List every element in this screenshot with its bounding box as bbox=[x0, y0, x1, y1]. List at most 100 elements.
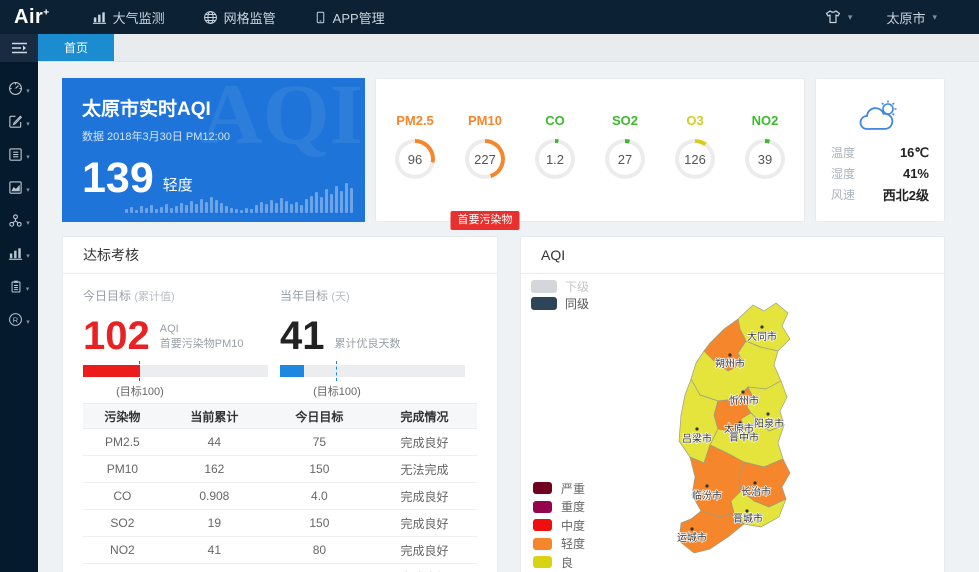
city-dot bbox=[695, 427, 698, 430]
chevron-down-icon: ▾ bbox=[26, 120, 30, 128]
gauge-value: 27 bbox=[609, 143, 641, 175]
today-goal-label: 今日目标 bbox=[83, 289, 131, 303]
weather-row: 风速西北2级 bbox=[831, 184, 929, 205]
gauge-ring: 1.2 bbox=[535, 139, 575, 179]
app-logo: Air+ bbox=[0, 6, 68, 29]
year-goal-target: (目标100) bbox=[313, 383, 477, 399]
sidebar-item-dashboard[interactable]: ▾ bbox=[0, 74, 38, 107]
legend-item: 重度 bbox=[533, 498, 585, 517]
gauge-value: 227 bbox=[469, 143, 501, 175]
city-dot bbox=[690, 527, 693, 530]
skin-switcher[interactable]: ▾ bbox=[825, 9, 853, 25]
table-row: NO24180完成良好 bbox=[83, 537, 477, 564]
navbar-menu: 大气监测 网格监管 APP管理 bbox=[92, 8, 423, 27]
sidebar-item-clipboard[interactable]: ▾ bbox=[0, 272, 38, 305]
gauge-value: 39 bbox=[749, 143, 781, 175]
bar-chart-icon bbox=[8, 246, 23, 266]
year-goal-sub: 累计优良天数 bbox=[335, 337, 401, 353]
today-goal-target: (目标100) bbox=[116, 383, 280, 399]
nav-menu-mobile[interactable]: APP管理 bbox=[314, 8, 385, 27]
legend-item: 中度 bbox=[533, 516, 585, 535]
gauge-ring: 96 bbox=[395, 139, 435, 179]
sidebar-item-share[interactable]: ▾ bbox=[0, 206, 38, 239]
city-dot bbox=[741, 390, 744, 393]
weather-row: 温度16℃ bbox=[831, 142, 929, 163]
nav-menu-globe[interactable]: 网格监管 bbox=[203, 8, 276, 27]
table-row: CO0.9084.0完成良好 bbox=[83, 483, 477, 510]
year-goal-value: 41 bbox=[280, 319, 325, 353]
city-label: 大同市 bbox=[747, 330, 777, 343]
chevron-down-icon: ▾ bbox=[26, 252, 30, 260]
map-level-button-lower[interactable]: 下级 bbox=[531, 278, 589, 294]
today-goal-sub: AQI首要污染物PM10 bbox=[160, 322, 244, 353]
gauge-NO2: NO2 39 bbox=[734, 113, 796, 221]
city-dot bbox=[745, 509, 748, 512]
assessment-card-title: 达标考核 bbox=[63, 237, 497, 274]
sidebar-item-edit[interactable]: ▾ bbox=[0, 107, 38, 140]
mobile-icon bbox=[314, 10, 327, 25]
city-label: 阳泉市 bbox=[754, 417, 784, 430]
sidebar-item-list[interactable]: ▾ bbox=[0, 140, 38, 173]
city-label: 运城市 bbox=[677, 531, 707, 544]
sidebar-collapse-button[interactable] bbox=[0, 34, 38, 62]
bar-chart-icon bbox=[92, 10, 107, 25]
table-header: 今日目标 bbox=[267, 404, 372, 429]
gauge-O3: O3 126 bbox=[664, 113, 726, 221]
cloud-sun-icon bbox=[855, 97, 905, 142]
area-chart-icon bbox=[8, 180, 23, 200]
aqi-level-label: 轻度 bbox=[163, 174, 193, 197]
weather-card: 温度16℃湿度41%风速西北2级 bbox=[815, 78, 945, 222]
gauge-ring: 227 bbox=[465, 139, 505, 179]
chevron-down-icon: ▾ bbox=[848, 12, 853, 23]
gauge-ring: 126 bbox=[675, 139, 715, 179]
city-label: 朔州市 bbox=[715, 357, 745, 370]
chevron-down-icon: ▾ bbox=[932, 12, 937, 23]
province-map[interactable]: 大同市朔州市忻州市吕梁市太原市阳泉市晋中市临汾市长治市晋城市运城市 bbox=[650, 300, 802, 569]
gauge-label: O3 bbox=[664, 113, 726, 128]
gauge-SO2: SO2 27 bbox=[594, 113, 656, 221]
aqi-value: 139 bbox=[82, 160, 154, 197]
sidebar-item-bar-chart[interactable]: ▾ bbox=[0, 239, 38, 272]
tab-bar: 首页 bbox=[38, 34, 979, 62]
tab-home[interactable]: 首页 bbox=[38, 34, 114, 61]
city-dot bbox=[760, 325, 763, 328]
primary-pollutant-badge: 首要污染物 bbox=[451, 211, 520, 230]
city-label: 吕梁市 bbox=[682, 432, 712, 445]
assessment-card: 达标考核 今日目标 (累计值) 102 AQI首要污染物PM10 bbox=[62, 236, 498, 572]
clipboard-icon bbox=[9, 279, 23, 299]
sidebar-item-area-chart[interactable]: ▾ bbox=[0, 173, 38, 206]
chevron-down-icon: ▾ bbox=[26, 186, 30, 194]
legend-item: 轻度 bbox=[533, 535, 585, 554]
share-icon bbox=[8, 213, 23, 233]
gauge-value: 126 bbox=[679, 143, 711, 175]
year-goal-label: 当年目标 bbox=[280, 289, 328, 303]
chevron-down-icon: ▾ bbox=[26, 87, 30, 95]
top-navbar: Air+ 大气监测 网格监管 APP管理 ▾ 太原市 ▾ bbox=[0, 0, 979, 34]
legend-item: 良 bbox=[533, 553, 585, 572]
gauge-value: 96 bbox=[399, 143, 431, 175]
table-row: SO219150完成良好 bbox=[83, 510, 477, 537]
chevron-down-icon: ▾ bbox=[26, 153, 30, 161]
pollutant-gauges-card: PM2.596PM10227首要污染物CO1.2SO227O3126NO239 bbox=[375, 78, 805, 222]
city-label: 忻州市 bbox=[729, 394, 759, 407]
tshirt-icon bbox=[825, 9, 841, 25]
today-goal: 今日目标 (累计值) 102 AQI首要污染物PM10 (目标100) bbox=[83, 287, 280, 399]
nav-menu-bar-chart[interactable]: 大气监测 bbox=[92, 8, 165, 27]
gauge-label: SO2 bbox=[594, 113, 656, 128]
table-header: 当前累计 bbox=[162, 404, 267, 429]
gauge-label: NO2 bbox=[734, 113, 796, 128]
realtime-aqi-card: AQI 太原市实时AQI 数据 2018年3月30日 PM12:00 139 轻… bbox=[62, 78, 365, 222]
pollutant-target-table: 污染物当前累计今日目标完成情况 PM2.54475完成良好PM10162150无… bbox=[83, 403, 477, 572]
city-selector-label: 太原市 bbox=[886, 8, 925, 27]
sidebar-item-registered[interactable]: R▾ bbox=[0, 305, 38, 338]
aqi-color-legend: 严重重度中度轻度良优 bbox=[533, 479, 585, 572]
dashboard-content: AQI 太原市实时AQI 数据 2018年3月30日 PM12:00 139 轻… bbox=[38, 62, 979, 572]
city-label: 临汾市 bbox=[692, 489, 722, 502]
city-selector[interactable]: 太原市 ▾ bbox=[886, 8, 937, 27]
table-row: PM10162150无法完成 bbox=[83, 456, 477, 483]
globe-icon bbox=[203, 10, 218, 25]
gauge-label: PM2.5 bbox=[384, 113, 446, 128]
map-level-button-same[interactable]: 同级 bbox=[531, 295, 589, 311]
table-header: 完成情况 bbox=[372, 404, 477, 429]
legend-item: 严重 bbox=[533, 479, 585, 498]
